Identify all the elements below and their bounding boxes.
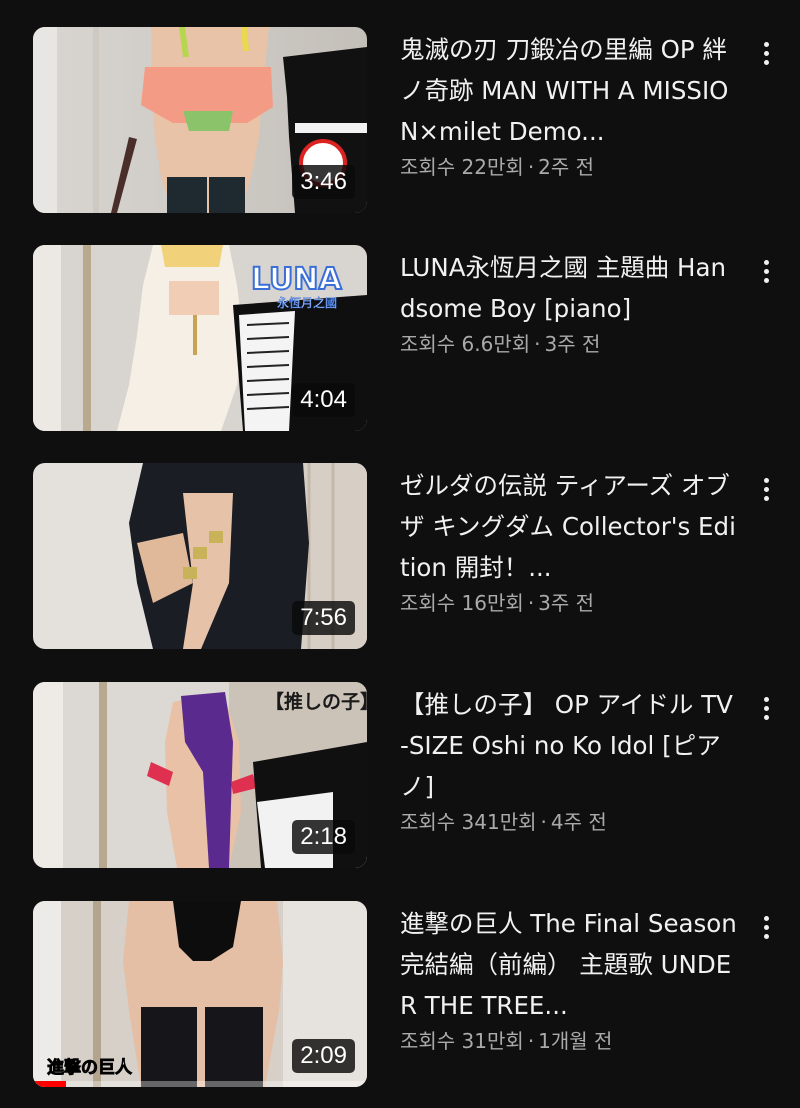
video-meta: 進撃の巨人 The Final Season 完結編（前編） 主題歌 UNDER…	[400, 901, 740, 1056]
video-thumbnail[interactable]: 進撃の巨人 2:09	[33, 901, 367, 1087]
video-stats: 조회수 31만회 · 1개월 전	[400, 1026, 740, 1056]
upload-age: 1개월 전	[538, 1029, 613, 1053]
upload-age: 3주 전	[544, 332, 601, 356]
view-count: 조회수 341만회	[400, 810, 537, 834]
video-title[interactable]: ゼルダの伝説 ティアーズ オブ ザ キングダム Collector's Edit…	[400, 463, 740, 588]
video-title[interactable]: 【推しの子】 OP アイドル TV-SIZE Oshi no Ko Idol […	[400, 682, 740, 807]
video-meta: 【推しの子】 OP アイドル TV-SIZE Oshi no Ko Idol […	[400, 682, 740, 837]
more-vertical-icon[interactable]	[752, 249, 780, 293]
video-duration: 2:09	[292, 1039, 355, 1073]
more-vertical-icon[interactable]	[752, 905, 780, 949]
upload-age: 3주 전	[538, 591, 595, 615]
video-item[interactable]: 進撃の巨人 2:09 進撃の巨人 The Final Season 完結編（前編…	[0, 901, 800, 1091]
video-stats: 조회수 341만회 · 4주 전	[400, 807, 740, 837]
video-item[interactable]: 3:46 鬼滅の刃 刀鍛冶の里編 OP 絆ノ奇跡 MAN WITH A MISS…	[0, 27, 800, 217]
view-count: 조회수 16만회	[400, 591, 524, 615]
video-thumbnail[interactable]: 7:56	[33, 463, 367, 649]
svg-text:進撃の巨人: 進撃の巨人	[47, 1057, 133, 1078]
more-vertical-icon[interactable]	[752, 686, 780, 730]
more-vertical-icon[interactable]	[752, 31, 780, 75]
view-count: 조회수 31만회	[400, 1029, 524, 1053]
video-meta: LUNA永恆月之國 主題曲 Handsome Boy [piano] 조회수 6…	[400, 245, 740, 359]
upload-age: 4주 전	[550, 810, 607, 834]
video-duration: 4:04	[292, 383, 355, 417]
svg-text:LUNA: LUNA	[251, 262, 343, 297]
video-item[interactable]: LUNA 永恆月之國 4:04 LUNA永恆月之國 主題曲 Handsome B…	[0, 245, 800, 435]
video-thumbnail[interactable]: LUNA 永恆月之國 4:04	[33, 245, 367, 431]
video-thumbnail[interactable]: 【推しの子】 2:18	[33, 682, 367, 868]
view-count: 조회수 22만회	[400, 155, 524, 179]
stats-separator: ·	[527, 591, 535, 615]
video-title[interactable]: 鬼滅の刃 刀鍛冶の里編 OP 絆ノ奇跡 MAN WITH A MISSION×m…	[400, 27, 740, 152]
video-thumbnail[interactable]: 3:46	[33, 27, 367, 213]
video-title[interactable]: LUNA永恆月之國 主題曲 Handsome Boy [piano]	[400, 245, 740, 329]
stats-separator: ·	[527, 155, 535, 179]
video-title[interactable]: 進撃の巨人 The Final Season 完結編（前編） 主題歌 UNDER…	[400, 901, 740, 1026]
video-item[interactable]: 7:56 ゼルダの伝説 ティアーズ オブ ザ キングダム Collector's…	[0, 463, 800, 653]
stats-separator: ·	[540, 810, 547, 834]
watch-progress-fill	[33, 1081, 67, 1087]
stats-separator: ·	[527, 1029, 535, 1053]
video-meta: 鬼滅の刃 刀鍛冶の里編 OP 絆ノ奇跡 MAN WITH A MISSION×m…	[400, 27, 740, 182]
video-stats: 조회수 6.6만회 · 3주 전	[400, 329, 740, 359]
svg-text:永恆月之國: 永恆月之國	[277, 296, 337, 310]
video-stats: 조회수 22만회 · 2주 전	[400, 152, 740, 182]
video-duration: 7:56	[292, 601, 355, 635]
upload-age: 2주 전	[538, 155, 595, 179]
watch-progress-bar	[33, 1081, 367, 1087]
stats-separator: ·	[534, 332, 541, 356]
video-list: 3:46 鬼滅の刃 刀鍛冶の里編 OP 絆ノ奇跡 MAN WITH A MISS…	[0, 0, 800, 1108]
view-count: 조회수 6.6만회	[400, 332, 531, 356]
more-vertical-icon[interactable]	[752, 467, 780, 511]
video-item[interactable]: 【推しの子】 2:18 【推しの子】 OP アイドル TV-SIZE Oshi …	[0, 682, 800, 872]
svg-text:【推しの子】: 【推しの子】	[265, 690, 367, 713]
video-duration: 3:46	[292, 165, 355, 199]
video-meta: ゼルダの伝説 ティアーズ オブ ザ キングダム Collector's Edit…	[400, 463, 740, 618]
video-duration: 2:18	[292, 820, 355, 854]
video-stats: 조회수 16만회 · 3주 전	[400, 588, 740, 618]
